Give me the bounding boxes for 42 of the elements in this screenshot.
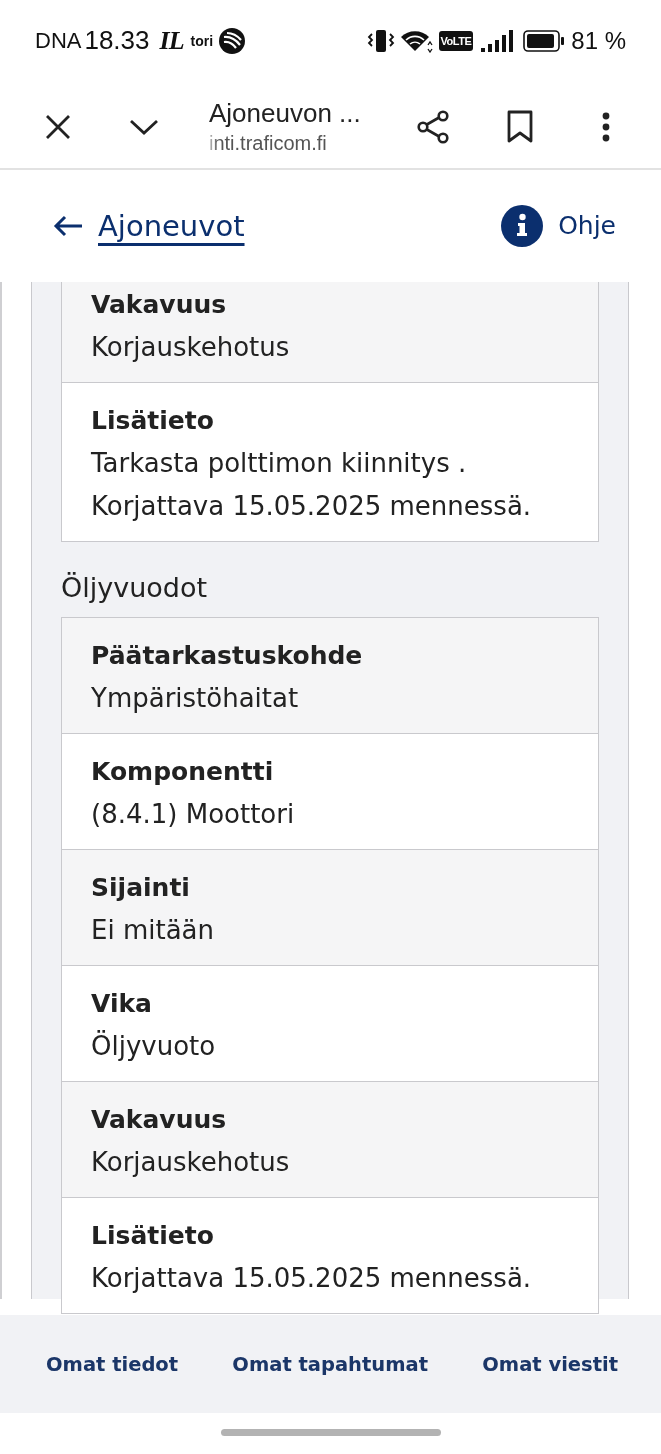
volte-badge: VoLTE [438, 30, 474, 51]
info-icon[interactable] [501, 205, 544, 247]
vibrate-icon [366, 28, 395, 53]
circle-logo-icon [219, 27, 246, 54]
field-value: Ympäristöhaitat [91, 682, 300, 715]
help-link[interactable]: Ohje [558, 206, 616, 246]
nav-link[interactable]: Omat tapahtumat [232, 1352, 428, 1376]
field-value: Tarkasta polttimon kiinnitys . Korjattava 15.05.2025 mennessä. [91, 447, 533, 523]
page-url: inti.traficom.fi [209, 130, 327, 156]
page-title: Ajoneuvon ... [209, 96, 362, 129]
close-icon[interactable] [45, 113, 71, 140]
field-value: Korjauskehotus [91, 1146, 291, 1179]
share-icon[interactable] [416, 109, 450, 144]
field-value: Öljyvuoto [91, 1029, 217, 1063]
more-options-icon[interactable] [602, 111, 610, 142]
battery-icon [523, 29, 566, 52]
field-label: Päätarkastuskohde [91, 640, 364, 672]
chevron-down-icon[interactable] [129, 117, 159, 136]
bookmark-icon[interactable] [507, 109, 533, 144]
nav-link[interactable]: Omat viestit [482, 1352, 618, 1376]
section-heading: Öljyvuodot [61, 571, 208, 605]
signal-icon [481, 29, 514, 52]
carrier-name: DNA [35, 27, 82, 54]
clock-time: 18.33 [84, 25, 150, 56]
field-label: Vakavuus [91, 1104, 228, 1136]
field-label: Lisätieto [91, 405, 215, 437]
app-label: tori [190, 32, 214, 49]
field-label: Vika [91, 988, 153, 1020]
field-label: Lisätieto [91, 1220, 215, 1252]
field-label: Vakavuus [91, 289, 228, 321]
field-label: Sijainti [91, 872, 191, 904]
field-value: Korjattava 15.05.2025 mennessä. [91, 1262, 533, 1295]
field-value: (8.4.1) Moottori [91, 798, 296, 831]
arrow-left-icon[interactable] [53, 215, 83, 237]
field-value: Korjauskehotus [91, 331, 291, 364]
back-link[interactable]: Ajoneuvot [98, 206, 245, 246]
app-logo-text: IL [159, 25, 184, 56]
field-label: Komponentti [91, 756, 275, 788]
battery-percentage: 81 % [571, 26, 626, 55]
nav-link[interactable]: Omat tiedot [46, 1352, 179, 1376]
field-value: Ei mitään [91, 914, 215, 947]
wifi-icon [400, 28, 433, 53]
